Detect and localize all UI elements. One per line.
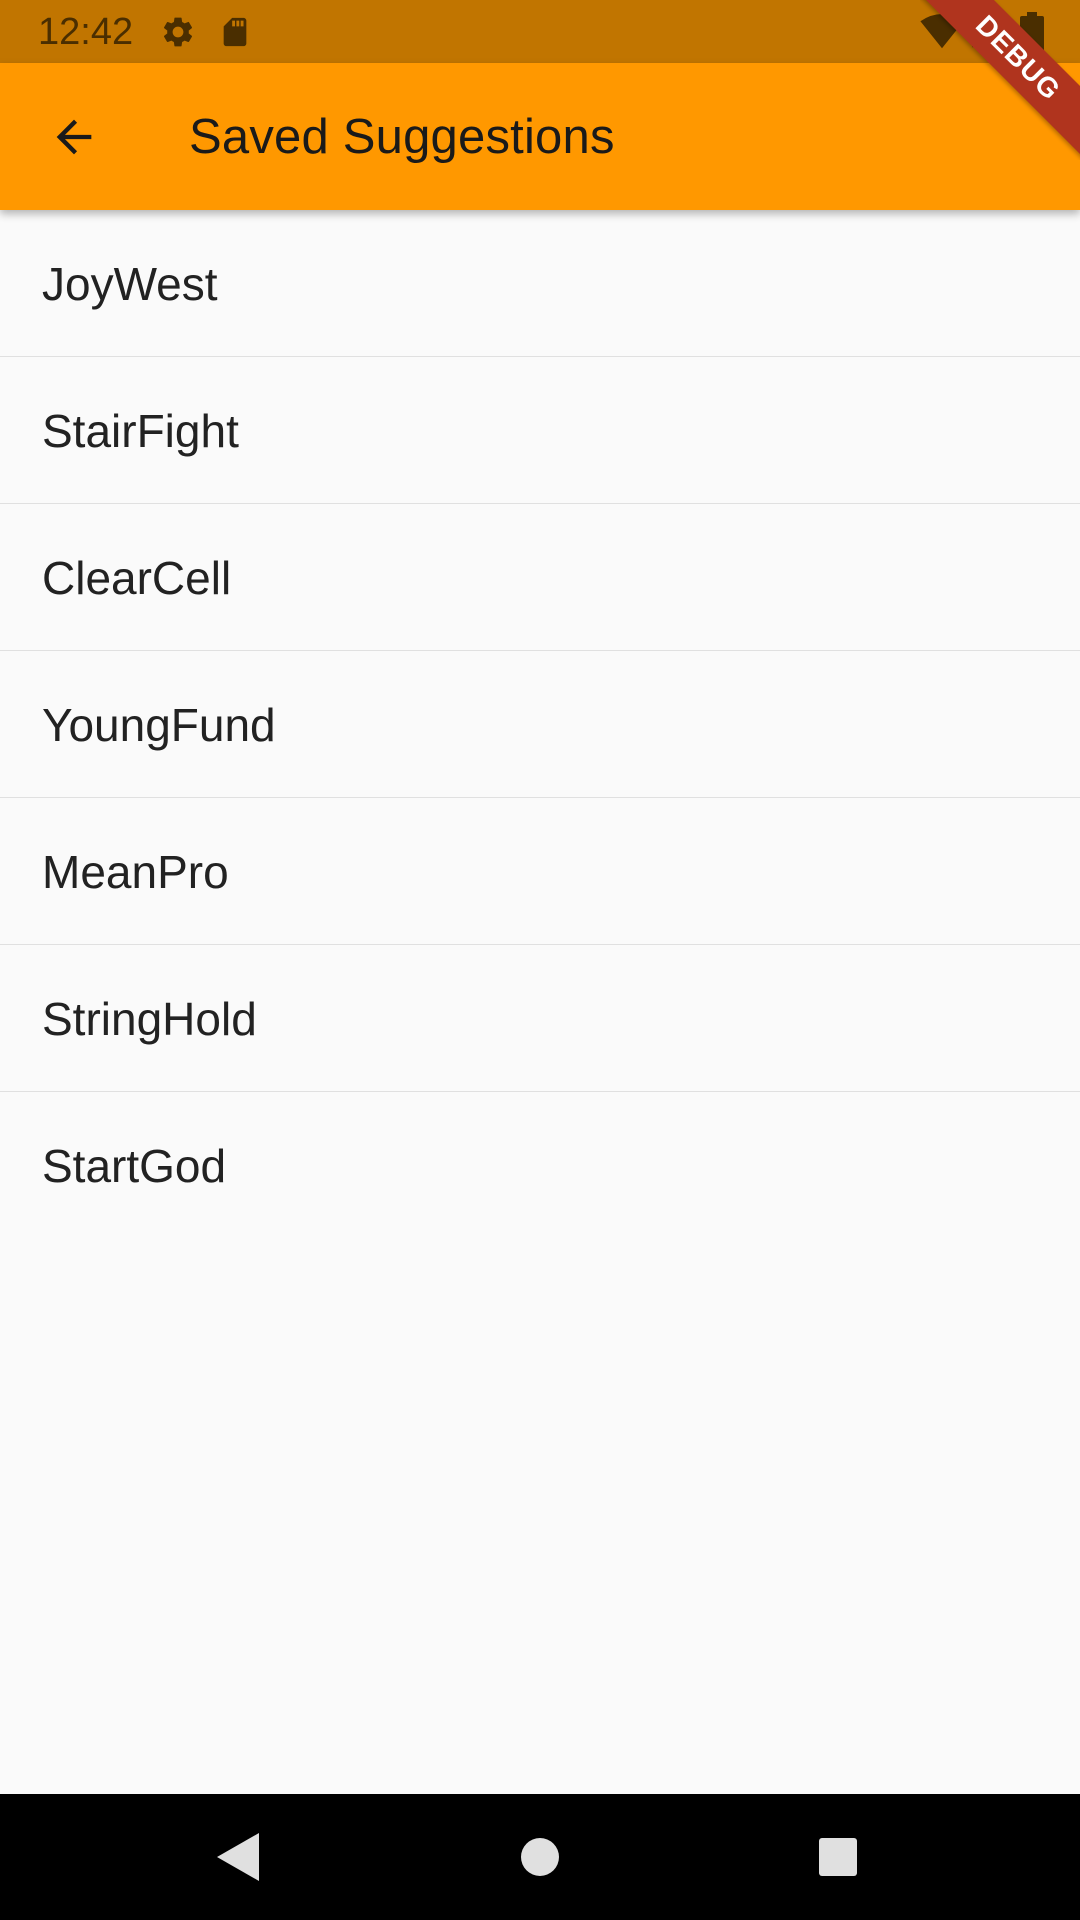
list-item-label: ClearCell xyxy=(42,552,232,604)
list-item[interactable]: MeanPro xyxy=(0,798,1080,945)
app-bar: Saved Suggestions xyxy=(0,63,1080,210)
back-button[interactable] xyxy=(24,87,124,187)
signal-icon xyxy=(971,18,1001,48)
nav-back-icon xyxy=(217,1833,259,1881)
nav-recents-icon xyxy=(819,1838,857,1876)
list-item-label: YoungFund xyxy=(42,699,276,751)
sd-card-icon xyxy=(223,17,247,47)
list-item-label: MeanPro xyxy=(42,846,229,898)
status-bar: 12:42 xyxy=(0,0,1080,63)
list-item[interactable]: StairFight xyxy=(0,357,1080,504)
battery-icon xyxy=(1020,12,1044,52)
status-time: 12:42 xyxy=(38,11,134,53)
page-title: Saved Suggestions xyxy=(189,110,615,164)
list-item-label: StringHold xyxy=(42,993,257,1045)
list-item[interactable]: YoungFund xyxy=(0,651,1080,798)
list-item-label: StartGod xyxy=(42,1140,227,1192)
arrow-back-icon xyxy=(56,119,92,155)
list-item-label: JoyWest xyxy=(42,258,218,310)
nav-home-button[interactable] xyxy=(500,1822,580,1892)
list-item[interactable]: StartGod xyxy=(0,1092,1080,1238)
list-item-label: StairFight xyxy=(42,405,239,457)
system-nav-bar xyxy=(0,1794,1080,1920)
list-item[interactable]: ClearCell xyxy=(0,504,1080,651)
list-item[interactable]: JoyWest xyxy=(0,210,1080,357)
nav-home-icon xyxy=(521,1838,559,1876)
settings-icon xyxy=(163,17,193,47)
nav-back-button[interactable] xyxy=(198,1822,278,1892)
wifi-icon xyxy=(920,14,964,49)
list-item[interactable]: StringHold xyxy=(0,945,1080,1092)
saved-suggestions-list: JoyWest StairFight ClearCell YoungFund M… xyxy=(0,210,1080,1238)
nav-recents-button[interactable] xyxy=(798,1822,878,1892)
